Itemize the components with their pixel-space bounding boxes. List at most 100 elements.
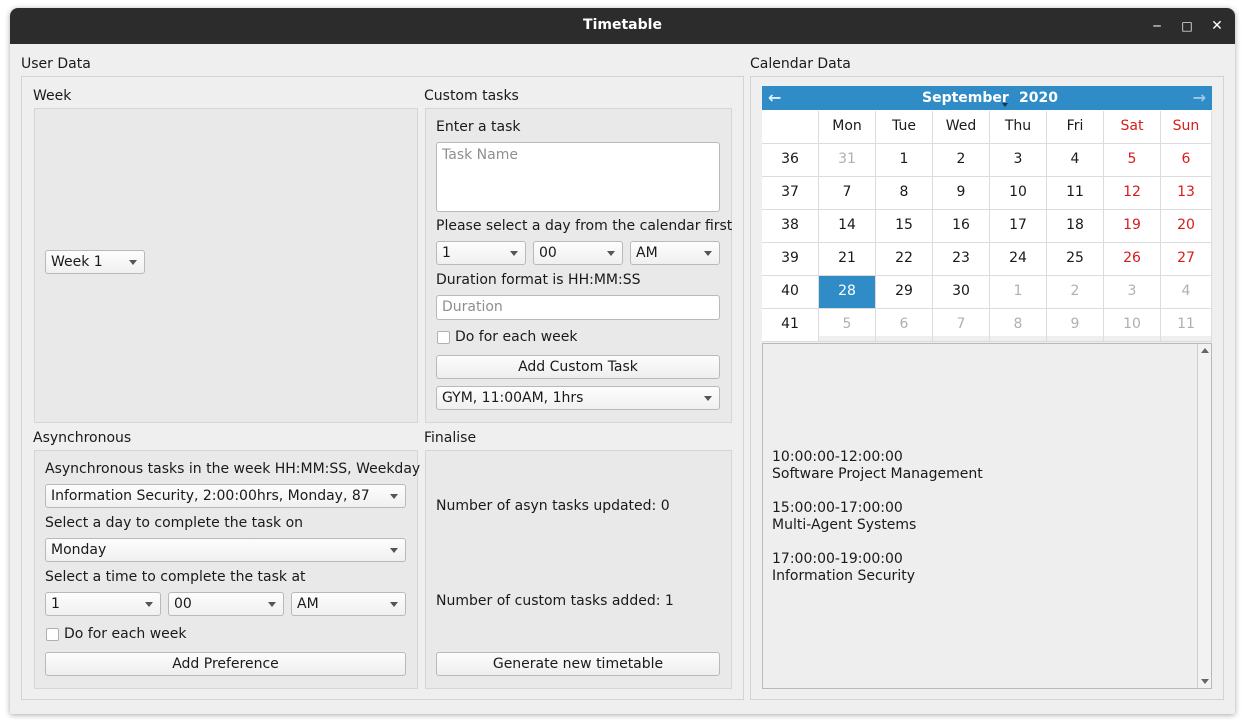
add-custom-task-button[interactable]: Add Custom Task (436, 355, 720, 379)
async-day-select[interactable]: Monday (45, 538, 406, 562)
schedule-text-area[interactable]: 10:00:00-12:00:00 Software Project Manage… (762, 343, 1212, 689)
calendar-day-cell[interactable]: 3 (990, 144, 1047, 177)
schedule-entry-time: 17:00:00-19:00:00 (772, 551, 903, 567)
close-icon[interactable]: ✕ (1207, 16, 1227, 36)
scroll-up-icon[interactable] (1201, 348, 1209, 353)
calendar-day-cell[interactable]: 1 (876, 144, 933, 177)
calendar-week-number: 39 (762, 243, 819, 276)
calendar-day-cell[interactable]: 8 (990, 309, 1047, 342)
calendar-day-cell[interactable]: 2 (1047, 276, 1104, 309)
custom-tasks-list-value: GYM, 11:00AM, 1hrs (442, 390, 584, 406)
chevron-down-icon (607, 251, 615, 256)
next-month-arrow-icon[interactable]: → (1193, 88, 1206, 107)
calendar-day-cell[interactable]: 30 (933, 276, 990, 309)
task-name-input[interactable]: Task Name (436, 142, 720, 212)
calendar-day-cell[interactable]: 2 (933, 144, 990, 177)
calendar-day-cell[interactable]: 14 (819, 210, 876, 243)
scroll-down-icon[interactable] (1201, 679, 1209, 684)
calendar-data-title: Calendar Data (750, 56, 851, 72)
calendar-day-cell[interactable]: 10 (1104, 309, 1161, 342)
chevron-down-icon (129, 260, 137, 265)
calendar-day-header: Sat (1104, 111, 1161, 144)
calendar-week-number: 38 (762, 210, 819, 243)
async-tasks-select[interactable]: Information Security, 2:00:00hrs, Monday… (45, 484, 406, 508)
async-minute-select[interactable]: 00 (168, 592, 284, 616)
calendar-day-cell[interactable]: 23 (933, 243, 990, 276)
calendar-day-cell[interactable]: 4 (1161, 276, 1212, 309)
month-dropdown-icon[interactable] (1002, 103, 1008, 107)
async-time-label: Select a time to complete the task at (45, 569, 306, 585)
custom-tasks-list-select[interactable]: GYM, 11:00AM, 1hrs (436, 386, 720, 410)
calendar-week-row: 37 7 8 9 10 11 12 13 (762, 177, 1212, 210)
calendar-day-cell[interactable]: 15 (876, 210, 933, 243)
calendar-day-header: Tue (876, 111, 933, 144)
calendar-day-cell[interactable]: 20 (1161, 210, 1212, 243)
prev-month-arrow-icon[interactable]: ← (768, 88, 781, 107)
scrollbar[interactable] (1197, 344, 1211, 688)
calendar-day-cell[interactable]: 28 (819, 276, 876, 309)
chevron-down-icon (390, 548, 398, 553)
minimize-icon[interactable]: ─ (1147, 16, 1167, 36)
calendar-day-cell[interactable]: 18 (1047, 210, 1104, 243)
calendar-day-cell[interactable]: 17 (990, 210, 1047, 243)
calendar-day-header: Fri (1047, 111, 1104, 144)
maximize-icon[interactable]: □ (1177, 16, 1197, 36)
chevron-down-icon (268, 602, 276, 607)
calendar-day-cell[interactable]: 1 (990, 276, 1047, 309)
calendar-day-cell[interactable]: 25 (1047, 243, 1104, 276)
schedule-entry-time: 10:00:00-12:00:00 (772, 449, 903, 465)
calendar-day-header: Wed (933, 111, 990, 144)
calendar-day-cell[interactable]: 4 (1047, 144, 1104, 177)
calendar-day-cell[interactable]: 10 (990, 177, 1047, 210)
calendar-day-cell[interactable]: 5 (819, 309, 876, 342)
custom-hour-value: 1 (442, 245, 451, 261)
week-title: Week (33, 88, 72, 104)
chevron-down-icon (145, 602, 153, 607)
custom-each-week-checkbox[interactable] (437, 331, 450, 344)
calendar-day-cell[interactable]: 27 (1161, 243, 1212, 276)
calendar-day-cell[interactable]: 31 (819, 144, 876, 177)
calendar-day-cell[interactable]: 7 (819, 177, 876, 210)
chevron-down-icon (704, 396, 712, 401)
chevron-down-icon (510, 251, 518, 256)
calendar-day-cell[interactable]: 3 (1104, 276, 1161, 309)
schedule-entry: 17:00:00-19:00:00 Information Security (772, 551, 983, 585)
week-select[interactable]: Week 1 (45, 250, 145, 274)
generate-timetable-button[interactable]: Generate new timetable (436, 652, 720, 676)
calendar-day-cell[interactable]: 8 (876, 177, 933, 210)
calendar-widget: ← September 2020 → Mon Tue Wed Thu Fri Sat Sun… (762, 86, 1212, 342)
calendar-day-cell[interactable]: 9 (933, 177, 990, 210)
calendar-day-cell[interactable]: 11 (1047, 177, 1104, 210)
schedule-list: 10:00:00-12:00:00 Software Project Manage… (772, 449, 983, 602)
async-each-week-checkbox[interactable] (46, 628, 59, 641)
add-preference-button[interactable]: Add Preference (45, 652, 406, 676)
calendar-day-cell[interactable]: 16 (933, 210, 990, 243)
calendar-day-cell[interactable]: 7 (933, 309, 990, 342)
custom-hour-select[interactable]: 1 (436, 241, 526, 265)
asynchronous-title: Asynchronous (33, 430, 132, 446)
calendar-day-cell[interactable]: 13 (1161, 177, 1212, 210)
calendar-year[interactable]: 2020 (1019, 90, 1058, 106)
calendar-day-cell[interactable]: 9 (1047, 309, 1104, 342)
duration-input[interactable]: Duration (436, 295, 720, 320)
calendar-day-cell[interactable]: 24 (990, 243, 1047, 276)
calendar-day-cell[interactable]: 29 (876, 276, 933, 309)
custom-ampm-select[interactable]: AM (630, 241, 720, 265)
calendar-day-cell[interactable]: 22 (876, 243, 933, 276)
calendar-day-cell[interactable]: 5 (1104, 144, 1161, 177)
calendar-day-cell[interactable]: 21 (819, 243, 876, 276)
calendar-day-cell[interactable]: 11 (1161, 309, 1212, 342)
calendar-day-cell[interactable]: 12 (1104, 177, 1161, 210)
async-day-label: Select a day to complete the task on (45, 515, 304, 531)
custom-minute-select[interactable]: 00 (533, 241, 623, 265)
calendar-week-row: 36 31 1 2 3 4 5 6 (762, 144, 1212, 177)
calendar-day-cell[interactable]: 26 (1104, 243, 1161, 276)
async-hour-select[interactable]: 1 (45, 592, 161, 616)
calendar-day-header: Mon (819, 111, 876, 144)
calendar-nav-bar: ← September 2020 → (762, 86, 1212, 110)
calendar-day-cell[interactable]: 6 (876, 309, 933, 342)
calendar-month[interactable]: September (922, 90, 1009, 106)
calendar-day-cell[interactable]: 19 (1104, 210, 1161, 243)
async-ampm-select[interactable]: AM (291, 592, 406, 616)
calendar-day-cell[interactable]: 6 (1161, 144, 1212, 177)
